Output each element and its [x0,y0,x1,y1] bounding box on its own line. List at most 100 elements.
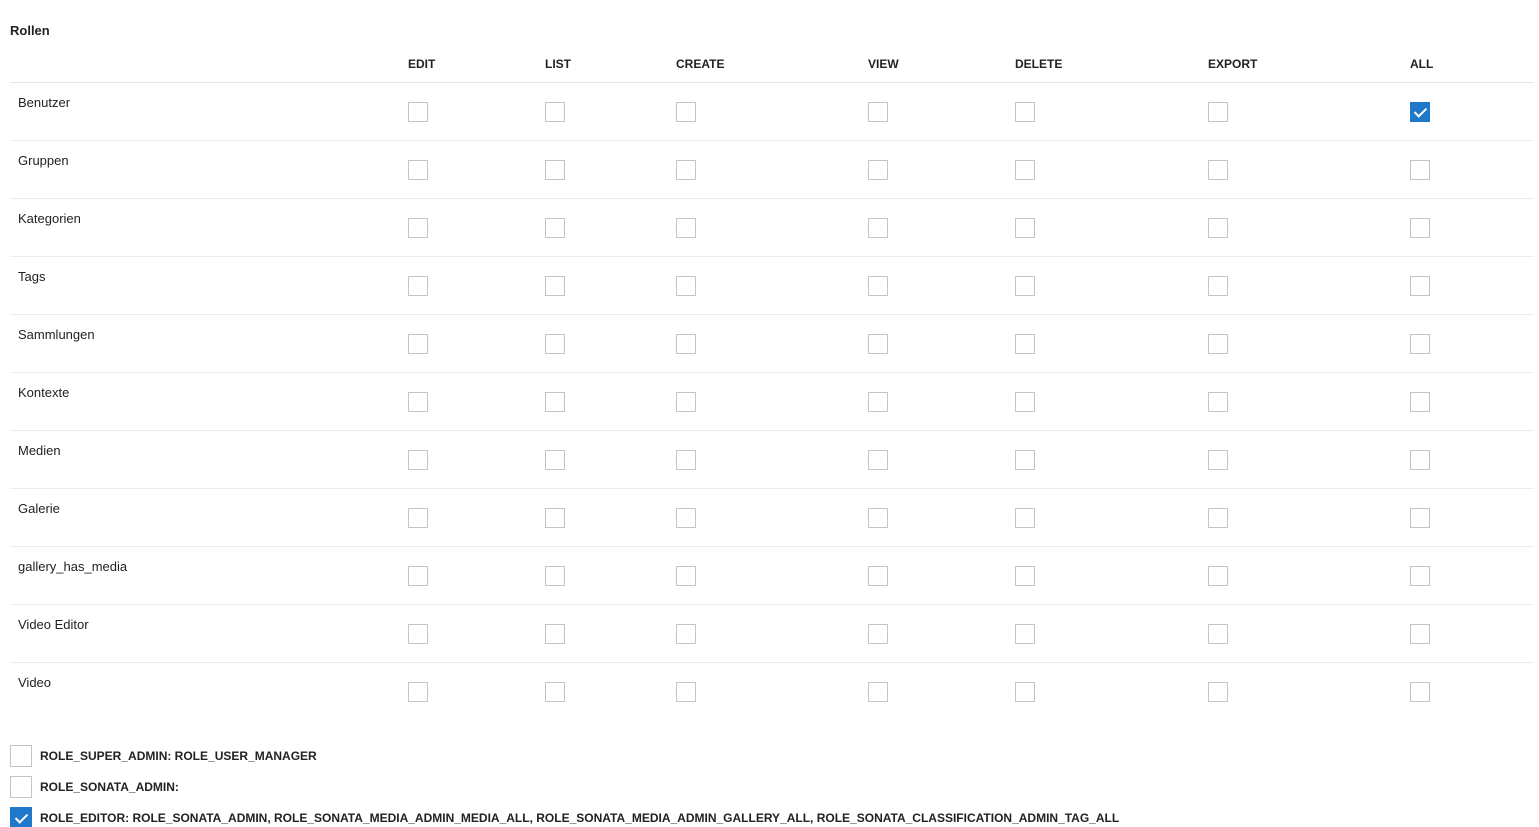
checkbox-export[interactable] [1208,682,1228,702]
checkbox-delete[interactable] [1015,624,1035,644]
checkbox-edit[interactable] [408,160,428,180]
role-option-label[interactable]: ROLE_SUPER_ADMIN: ROLE_USER_MANAGER [40,749,317,763]
checkbox-export[interactable] [1208,334,1228,354]
checkbox-edit[interactable] [408,334,428,354]
checkbox-create[interactable] [676,682,696,702]
checkbox-view[interactable] [868,566,888,586]
checkbox-edit[interactable] [408,624,428,644]
permission-cell [1015,314,1208,373]
checkbox-view[interactable] [868,508,888,528]
permission-cell [545,604,676,663]
checkbox-edit[interactable] [408,566,428,586]
checkbox-all[interactable] [1410,392,1430,412]
checkbox-edit[interactable] [408,508,428,528]
checkbox-export[interactable] [1208,218,1228,238]
checkbox-list[interactable] [545,334,565,354]
row-label: Tags [18,269,46,284]
permission-cell [408,314,545,373]
row-label: Kontexte [18,385,70,400]
role-option-label[interactable]: ROLE_EDITOR: ROLE_SONATA_ADMIN, ROLE_SON… [40,811,1119,825]
checkbox-create[interactable] [676,276,696,296]
checkbox-edit[interactable] [408,102,428,122]
checkbox-delete[interactable] [1015,682,1035,702]
checkbox-export[interactable] [1208,450,1228,470]
checkbox-delete[interactable] [1015,566,1035,586]
checkbox-view[interactable] [868,276,888,296]
checkbox-all[interactable] [1410,160,1430,180]
checkbox-all[interactable] [1410,682,1430,702]
permission-cell [1410,604,1534,663]
checkbox-export[interactable] [1208,160,1228,180]
checkbox-create[interactable] [676,508,696,528]
checkbox-all[interactable] [1410,276,1430,296]
permission-cell [1208,663,1410,721]
checkbox-view[interactable] [868,160,888,180]
checkbox-create[interactable] [676,218,696,238]
checkbox-all[interactable] [1410,508,1430,528]
checkbox-export[interactable] [1208,102,1228,122]
checkbox-export[interactable] [1208,508,1228,528]
checkbox-list[interactable] [545,450,565,470]
checkbox-delete[interactable] [1015,218,1035,238]
row-label-cell: Gruppen [10,140,408,199]
checkbox-all[interactable] [1410,218,1430,238]
roles-table: EDIT LIST CREATE VIEW DELETE EXPORT ALL … [10,46,1534,720]
checkbox-view[interactable] [868,624,888,644]
checkbox-edit[interactable] [408,392,428,412]
checkbox-list[interactable] [545,392,565,412]
checkbox-list[interactable] [545,508,565,528]
checkbox-list[interactable] [545,566,565,586]
checkbox-create[interactable] [676,102,696,122]
checkbox-export[interactable] [1208,624,1228,644]
checkbox-edit[interactable] [408,218,428,238]
checkbox-create[interactable] [676,160,696,180]
checkbox-delete[interactable] [1015,102,1035,122]
checkbox-delete[interactable] [1015,276,1035,296]
checkbox-list[interactable] [545,682,565,702]
checkbox-view[interactable] [868,682,888,702]
checkbox-all[interactable] [1410,102,1430,122]
checkbox-create[interactable] [676,450,696,470]
checkbox-view[interactable] [868,392,888,412]
checkbox-all[interactable] [1410,334,1430,354]
checkbox-edit[interactable] [408,450,428,470]
checkbox-view[interactable] [868,218,888,238]
checkbox-edit[interactable] [408,682,428,702]
checkbox-delete[interactable] [1015,450,1035,470]
checkbox-create[interactable] [676,624,696,644]
checkbox-create[interactable] [676,566,696,586]
checkbox-list[interactable] [545,218,565,238]
checkbox-list[interactable] [545,102,565,122]
permission-cell [545,82,676,141]
role-option-label[interactable]: ROLE_SONATA_ADMIN: [40,780,179,794]
role-checkbox[interactable] [10,744,32,767]
checkbox-list[interactable] [545,624,565,644]
checkbox-list[interactable] [545,160,565,180]
checkbox-all[interactable] [1410,450,1430,470]
checkbox-view[interactable] [868,450,888,470]
row-label: Video [18,675,52,690]
checkbox-view[interactable] [868,334,888,354]
row-label: Video Editor [18,617,89,632]
checkbox-all[interactable] [1410,624,1430,644]
permission-cell [868,488,1015,547]
table-row: Tags [10,256,1534,315]
checkbox-export[interactable] [1208,276,1228,296]
checkbox-edit[interactable] [408,276,428,296]
permission-cell [408,140,545,199]
checkbox-delete[interactable] [1015,392,1035,412]
checkbox-export[interactable] [1208,566,1228,586]
checkbox-create[interactable] [676,392,696,412]
checkbox-delete[interactable] [1015,508,1035,528]
role-checkbox[interactable] [10,775,32,798]
checkbox-list[interactable] [545,276,565,296]
checkbox-export[interactable] [1208,392,1228,412]
checkbox-delete[interactable] [1015,334,1035,354]
checkbox-create[interactable] [676,334,696,354]
column-header-view: VIEW [868,46,1015,83]
checkbox-all[interactable] [1410,566,1430,586]
role-checkbox[interactable] [10,806,32,827]
table-row: Gruppen [10,140,1534,199]
checkbox-delete[interactable] [1015,160,1035,180]
checkbox-view[interactable] [868,102,888,122]
